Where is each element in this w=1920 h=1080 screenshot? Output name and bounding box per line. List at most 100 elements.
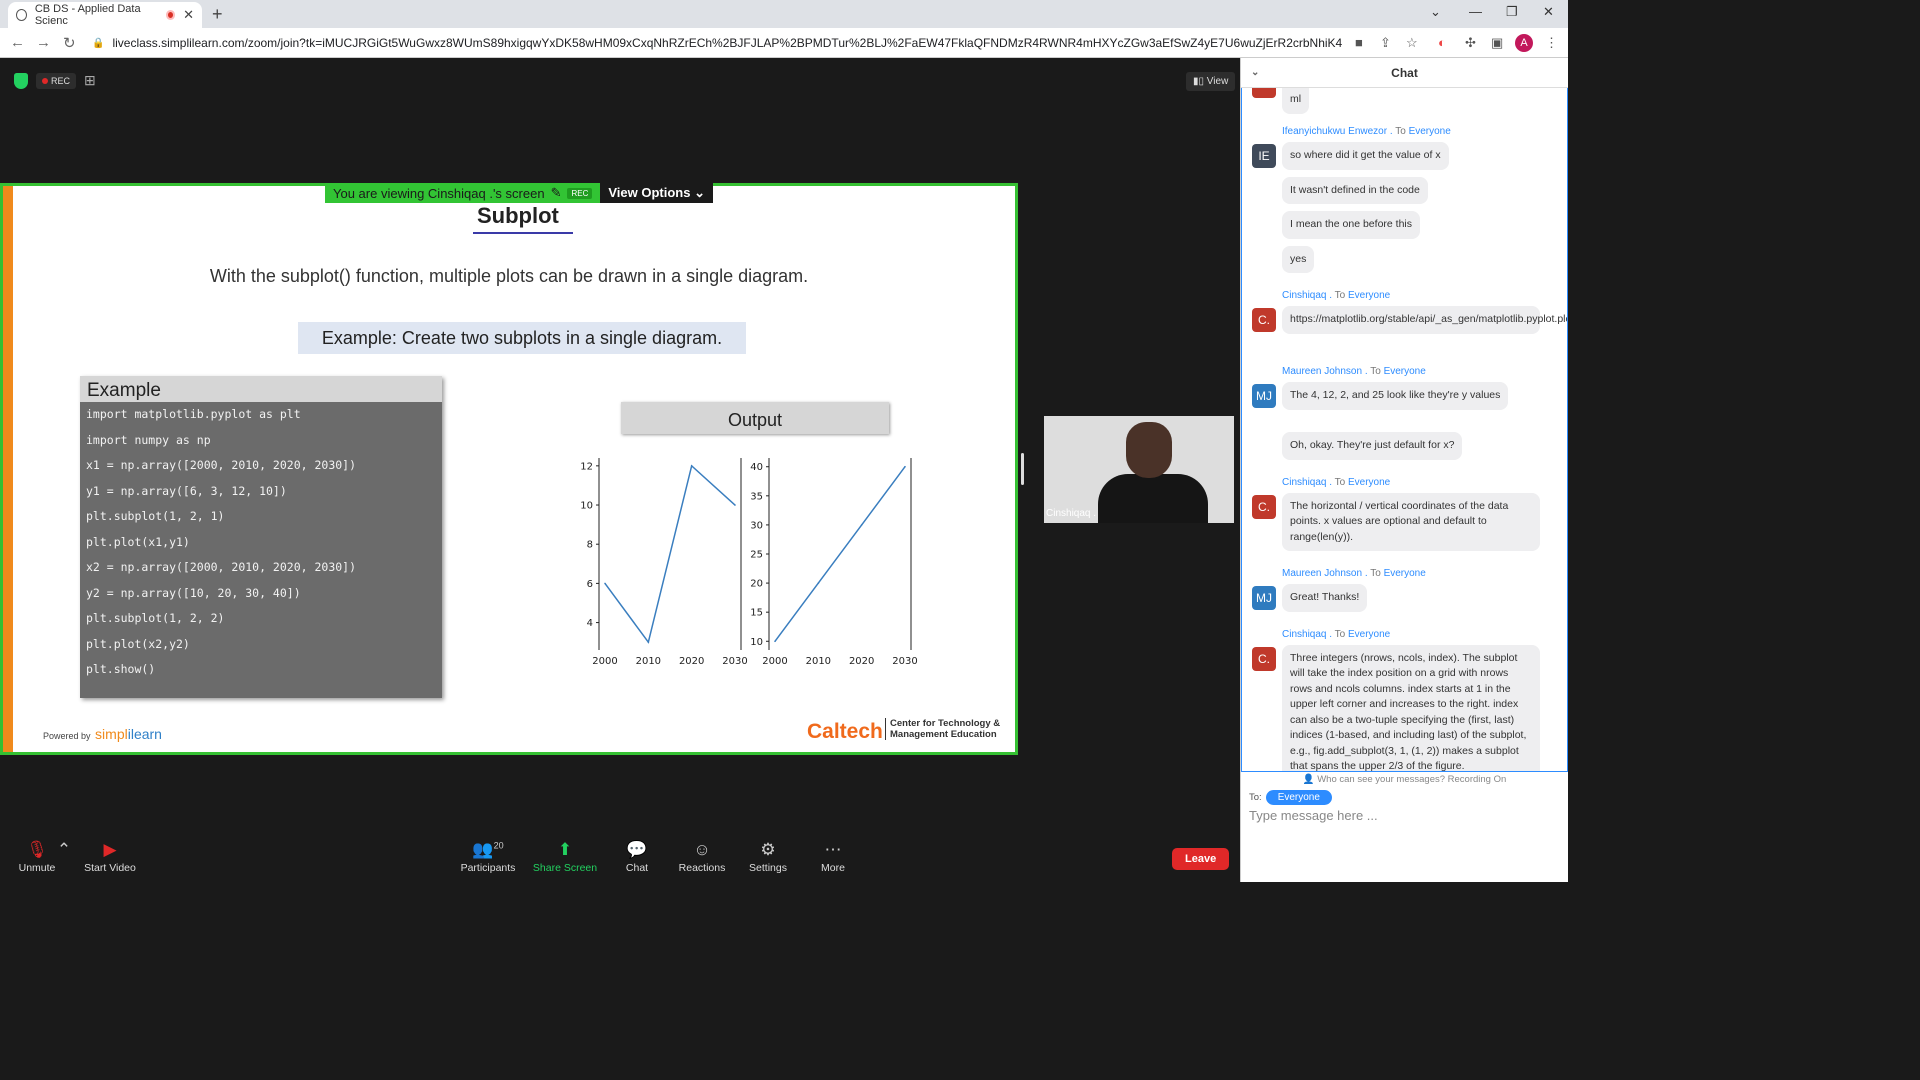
to-text: To (1334, 628, 1348, 640)
camera-icon[interactable]: ■ (1355, 35, 1363, 50)
chat-bubble: https://matplotlib.org/stable/api/_as_ge… (1282, 306, 1567, 334)
chat-button[interactable]: 💬 Chat (602, 840, 672, 874)
close-tab-icon[interactable]: ✕ (183, 7, 194, 23)
audio-options-chevron-icon[interactable]: ⌃ (52, 840, 76, 862)
sender-name[interactable]: Maureen Johnson . (1282, 366, 1370, 377)
y-tick-label: 25 (750, 550, 763, 561)
caltech-sub-line1: Center for Technology & (890, 718, 1001, 729)
sharing-banner: You are viewing Cinshiqaq .'s screen ✎ R… (325, 183, 714, 203)
panel-resize-handle[interactable] (1021, 453, 1024, 485)
y-tick-label: 10 (750, 637, 763, 648)
sender-name[interactable]: Cinshiqaq . (1282, 629, 1335, 640)
code-example-card: Example import matplotlib.pyplot as plt i… (80, 376, 442, 698)
meeting-status: REC ⊞ (14, 72, 96, 89)
sender-name[interactable]: Ifeanyichukwu Enwezor . (1282, 126, 1395, 137)
browser-tab-bar: CB DS - Applied Data Scienc ✕ + ⌄ — ❐ ✕ (0, 0, 1568, 28)
code-line: plt.subplot(1, 2, 1) (86, 509, 225, 523)
recipient-name: Everyone (1347, 628, 1391, 640)
slide-description: With the subplot() function, multiple pl… (209, 266, 809, 286)
sender-avatar: MJ (1252, 586, 1276, 610)
share-icon[interactable]: ⇪ (1380, 35, 1391, 51)
simplilearn-logo: simplilearn (95, 726, 162, 742)
series-line (774, 466, 906, 642)
to-text: To (1334, 290, 1348, 301)
recipient-name: Everyone (1383, 568, 1426, 579)
y-tick-label: 35 (750, 491, 763, 502)
series-line (604, 464, 736, 644)
video-person-head (1126, 422, 1172, 478)
presenter-video[interactable]: Cinshiqaq . (1044, 416, 1234, 523)
leave-button[interactable]: Leave (1172, 848, 1230, 870)
sender-name[interactable]: Cinshiqaq . (1282, 290, 1335, 301)
bookmark-star-icon[interactable]: ☆ (1406, 35, 1418, 51)
brand-part-a: simpl (95, 726, 128, 742)
menu-dots-icon[interactable]: ⋮ (1545, 35, 1558, 51)
y-tick-label: 12 (580, 461, 593, 472)
extension-red-icon[interactable]: ◐ (1438, 35, 1446, 50)
powered-by: Powered by simplilearn (43, 726, 162, 742)
chat-input[interactable]: Type message here ... (1249, 808, 1378, 823)
sender-avatar: C. (1252, 494, 1276, 519)
restore-icon[interactable]: ❐ (1506, 4, 1518, 20)
x-tick-label: 2020 (679, 656, 704, 667)
view-options-button[interactable]: View Options ⌄ (600, 183, 714, 203)
share-screen-button[interactable]: ⬆ Share Screen (530, 840, 600, 874)
recipient-name: Everyone (1347, 290, 1391, 301)
chat-header: ⌄ Chat (1241, 58, 1568, 88)
chat-title: Chat (1391, 66, 1418, 80)
reactions-button[interactable]: ☺ Reactions (667, 840, 737, 874)
meeting-toolbar: 🎙 Unmute ⌃ ▶ Start Video 👥20 Participant… (0, 838, 1240, 882)
minimize-icon[interactable]: — (1469, 4, 1482, 19)
chevron-down-icon: ⌄ (694, 185, 706, 200)
gallery-grid-icon[interactable]: ⊞ (84, 72, 96, 89)
participants-button[interactable]: 👥20 Participants (453, 840, 523, 874)
chat-bubble: so where did it get the value of x (1282, 142, 1449, 170)
data-point (690, 465, 693, 467)
back-icon[interactable]: ← (10, 34, 25, 51)
lock-icon: 🔒 (92, 37, 105, 49)
chat-panel: ⌄ Chat ml Ifeanyichukwu Enwezor . To Ever… (1240, 58, 1568, 882)
tab-search-icon[interactable]: ⌄ (1430, 4, 1441, 20)
view-button[interactable]: ▮▯ View (1186, 72, 1236, 91)
data-point (860, 524, 863, 526)
y-tick-label: 8 (587, 540, 593, 551)
chat-collapse-chevron-icon[interactable]: ⌄ (1251, 58, 1259, 88)
sender-name[interactable]: Cinshiqaq . (1282, 477, 1335, 488)
view-label: View (1206, 76, 1229, 87)
new-tab-icon[interactable]: + (212, 4, 223, 25)
viewing-notice: You are viewing Cinshiqaq .'s screen ✎ R… (325, 183, 601, 203)
profile-avatar[interactable]: A (1515, 34, 1533, 52)
chat-bubble: Great! Thanks! (1282, 584, 1368, 612)
title-underline (473, 232, 573, 234)
sender-avatar: MJ (1252, 384, 1276, 408)
y-tick-label: 15 (750, 608, 763, 619)
rec-label: REC (51, 75, 71, 86)
reload-icon[interactable]: ↻ (63, 34, 76, 52)
who-can-see-notice[interactable]: 👤 Who can see your messages? Recording O… (1241, 774, 1568, 785)
start-video-button[interactable]: ▶ Start Video (75, 840, 145, 874)
recipient-select[interactable]: Everyone (1265, 790, 1332, 805)
url-field[interactable]: 🔒 liveclass.simplilearn.com/zoom/join?tk… (92, 32, 1342, 54)
y-tick-label: 40 (750, 462, 763, 473)
banner-rec-badge: REC (567, 187, 593, 199)
security-shield-icon[interactable] (14, 72, 28, 89)
settings-label: Settings (749, 862, 787, 874)
share-screen-icon: ⬆ (557, 840, 573, 859)
message-sender: Cinshiqaq . To Everyone (1282, 290, 1390, 301)
close-window-icon[interactable]: ✕ (1543, 4, 1554, 20)
extensions-puzzle-icon[interactable]: ✣ (1465, 35, 1476, 51)
share-screen-label: Share Screen (532, 862, 598, 874)
view-options-label: View Options (608, 185, 691, 200)
settings-button[interactable]: ⚙ Settings (733, 840, 803, 874)
sender-name[interactable]: Maureen Johnson . (1282, 568, 1370, 579)
more-label: More (821, 862, 845, 874)
participants-icon: 👥20 (472, 840, 504, 859)
chat-footer: 👤 Who can see your messages? Recording O… (1241, 772, 1568, 823)
chat-message-list[interactable]: ml Ifeanyichukwu Enwezor . To Everyone IE s… (1241, 88, 1568, 772)
more-button[interactable]: ⋯ More (798, 840, 868, 874)
chat-bubble-icon: 💬 (626, 840, 648, 859)
browser-tab[interactable]: CB DS - Applied Data Scienc ✕ (8, 2, 202, 28)
side-panel-icon[interactable]: ▣ (1491, 35, 1503, 51)
chat-bubble: It wasn't defined in the code (1282, 176, 1428, 204)
forward-icon[interactable]: → (36, 34, 51, 51)
